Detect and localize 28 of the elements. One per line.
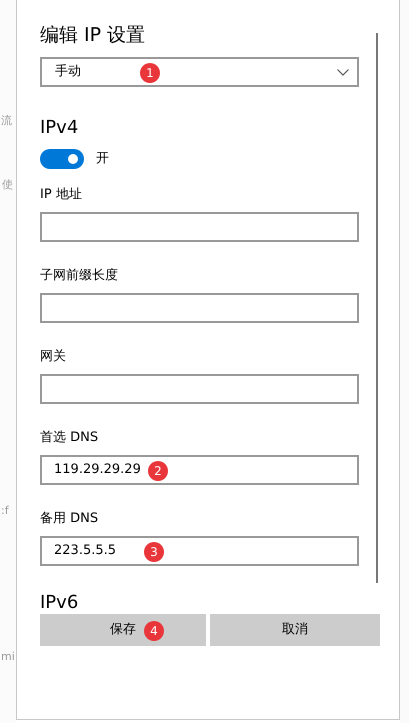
number-badge: 4 [144, 621, 164, 641]
number-badge: 3 [144, 542, 164, 562]
background-text: mi [1, 649, 15, 665]
input-field[interactable] [40, 212, 359, 242]
number-badge: 2 [148, 461, 168, 481]
cancel-button[interactable]: 取消 [210, 614, 380, 646]
toggle-label: 开 [96, 150, 109, 168]
section-heading: IPv6 [40, 592, 80, 614]
dialog-title: 编辑 IP 设置 [40, 23, 146, 48]
toggle-switch[interactable] [40, 149, 84, 169]
field-label: 网关 [40, 349, 67, 365]
save-button[interactable]: 保存 4 [40, 614, 206, 646]
input-field[interactable] [40, 293, 359, 323]
chevron-down-icon [337, 68, 349, 76]
field-label: 子网前缀长度 [40, 268, 119, 284]
input-field[interactable]: 223.5.5.5 3 [40, 536, 359, 566]
scrollbar[interactable] [376, 33, 378, 583]
section-heading: IPv4 [40, 117, 80, 139]
mode-dropdown[interactable]: 手动 1 [40, 57, 359, 87]
input-field[interactable]: 119.29.29.29 2 [40, 455, 359, 485]
field-label: 备用 DNS [40, 511, 100, 527]
background-text: 流 [1, 113, 12, 129]
input-field[interactable] [40, 374, 359, 404]
background-text: :f [1, 503, 9, 519]
background-text: 使 [2, 177, 13, 193]
number-badge: 1 [140, 63, 160, 83]
field-label: 首选 DNS [40, 430, 100, 446]
field-label: IP 地址 [40, 187, 83, 203]
